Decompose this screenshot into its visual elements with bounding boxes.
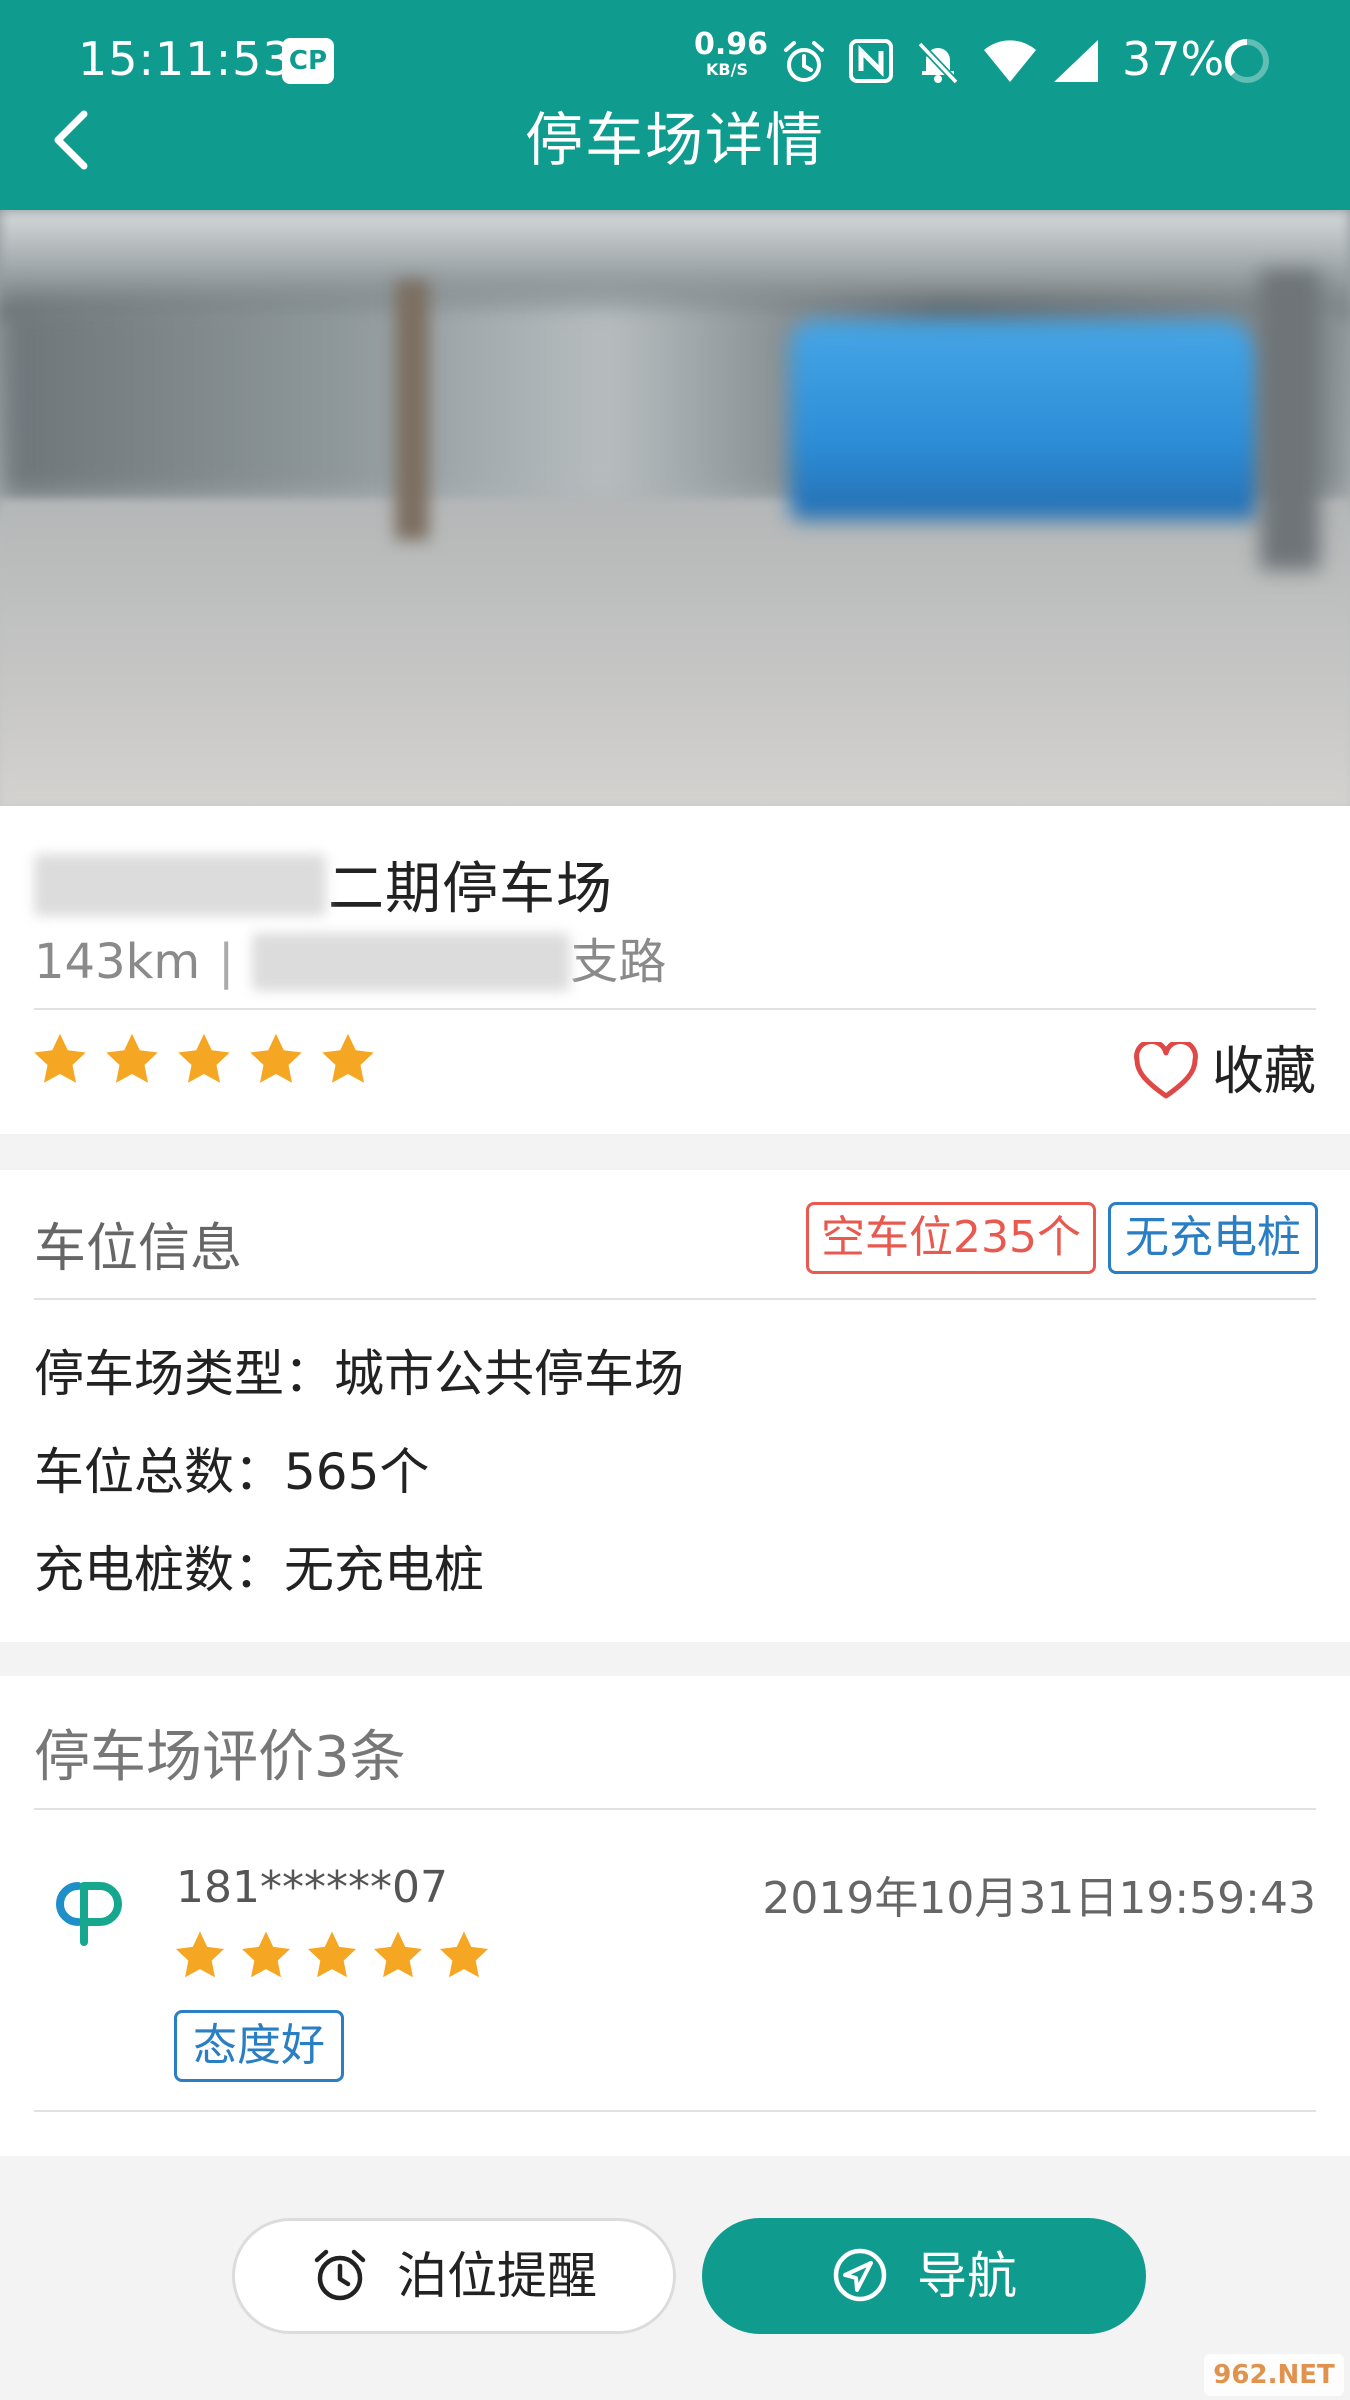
address-separator: | <box>218 934 235 990</box>
mute-icon <box>917 41 959 85</box>
star-icon <box>250 1033 302 1083</box>
star-icon <box>34 1033 86 1083</box>
lot-distance: 143km <box>34 934 201 990</box>
total-spaces-line: 车位总数：565个 <box>34 1443 430 1501</box>
network-speed-unit: KB/S <box>706 60 748 79</box>
app-notification-icon: CP <box>282 38 334 84</box>
nfc-icon <box>849 39 893 83</box>
review-rating <box>172 1928 502 1984</box>
divider <box>34 1298 1316 1300</box>
navigate-label: 导航 <box>917 2247 1017 2305</box>
lot-type-line: 停车场类型：城市公共停车场 <box>34 1345 684 1403</box>
reviews-card: 停车场评价3条 181******07 2019年10月31日19:59:43 … <box>0 1676 1350 2156</box>
reviews-title: 停车场评价3条 <box>34 1725 406 1790</box>
star-icon <box>178 1033 230 1083</box>
alarm-icon <box>784 41 824 82</box>
star-icon <box>241 1931 291 1978</box>
address-redacted <box>252 933 571 991</box>
network-speed-value: 0.96 <box>694 27 769 62</box>
review-date: 2019年10月31日19:59:43 <box>762 1873 1316 1924</box>
star-icon <box>322 1033 374 1083</box>
divider <box>34 1008 1316 1010</box>
parking-reminder-label: 泊位提醒 <box>397 2247 597 2305</box>
divider <box>34 2110 1316 2112</box>
lot-address: 143km | 支路 <box>34 926 666 998</box>
signal-icon <box>1054 40 1098 82</box>
favorite-button[interactable]: 收藏 <box>1134 1036 1316 1108</box>
lot-rating <box>30 1030 390 1110</box>
network-speed: 0.96 KB/S <box>694 27 769 79</box>
divider <box>34 1808 1316 1810</box>
status-time: 15:11:53 <box>78 32 293 86</box>
alarm-clock-icon <box>314 2249 366 2300</box>
lot-name: 二期停车场 <box>34 844 613 924</box>
review-tag: 态度好 <box>174 2010 344 2082</box>
watermark-logo: 962.NET <box>1204 2354 1344 2396</box>
lot-name-text: 二期停车场 <box>328 857 613 922</box>
star-icon <box>373 1931 423 1978</box>
avatar <box>56 1882 122 1946</box>
space-info-title: 车位信息 <box>34 1219 243 1279</box>
parking-lot-photo <box>0 210 1350 806</box>
app-header: 15:11:53 CP 0.96 KB/S 37% 停车场详情 <box>0 0 1350 210</box>
navigate-button[interactable]: 导航 <box>702 2218 1146 2334</box>
parking-reminder-button[interactable]: 泊位提醒 <box>232 2218 676 2334</box>
navigation-icon <box>833 2248 887 2301</box>
review-user: 181******07 <box>176 1862 448 1913</box>
favorite-label: 收藏 <box>1211 1042 1316 1102</box>
charging-count-line: 充电桩数：无充电桩 <box>34 1541 484 1599</box>
star-icon <box>307 1931 357 1978</box>
free-spaces-badge: 空车位235个 <box>806 1202 1096 1274</box>
heart-icon <box>1134 1039 1198 1099</box>
address-suffix: 支路 <box>570 934 667 990</box>
star-icon <box>106 1033 158 1083</box>
star-icon <box>175 1931 225 1978</box>
star-icon <box>439 1931 489 1978</box>
lot-info-card: 二期停车场 143km | 支路 收藏 <box>0 806 1350 1134</box>
space-info-card: 车位信息 空车位235个 无充电桩 停车场类型：城市公共停车场 车位总数：565… <box>0 1170 1350 1642</box>
page-title: 停车场详情 <box>524 106 825 174</box>
wifi-icon <box>984 40 1036 82</box>
battery-icon <box>1224 38 1269 83</box>
battery-percent: 37% <box>1122 32 1225 86</box>
lot-name-redacted <box>34 853 326 916</box>
charging-badge: 无充电桩 <box>1108 1202 1318 1274</box>
